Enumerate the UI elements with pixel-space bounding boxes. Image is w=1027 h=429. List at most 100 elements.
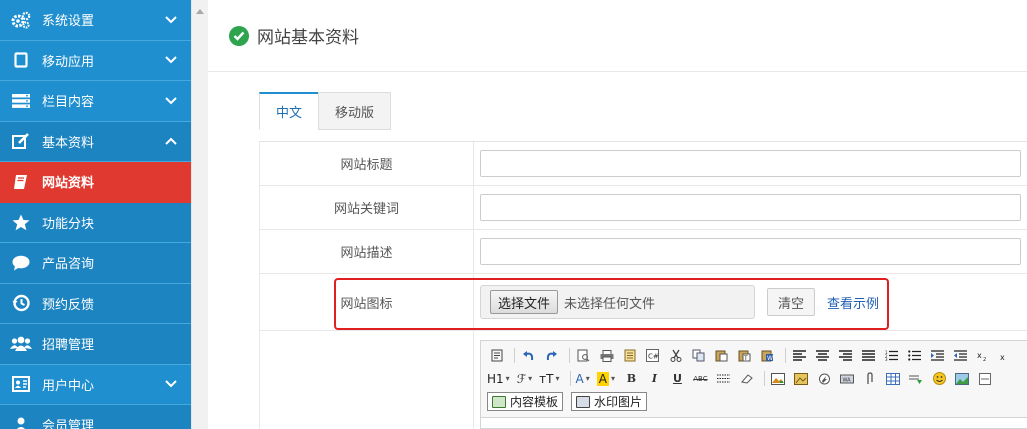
sidebar-item-basic-info[interactable]: 基本资料 [0, 121, 191, 162]
editor-toolbar-row-1: C# T W 123 x2 x [481, 344, 1027, 367]
source-icon[interactable] [487, 347, 506, 364]
editor-label-cell [259, 331, 474, 429]
sidebar-item-column-content[interactable]: 栏目内容 [0, 81, 191, 122]
sidebar-item-label: 系统设置 [42, 14, 95, 30]
choose-file-button[interactable]: 选择文件 [490, 290, 559, 314]
sidebar-item-recruitment[interactable]: 招聘管理 [0, 324, 191, 365]
preview-icon[interactable] [574, 347, 593, 364]
toolbar-separator [763, 371, 765, 386]
site-title-input[interactable] [480, 150, 1021, 177]
cut-icon[interactable] [666, 347, 685, 364]
language-tabs: 中文 移动版 [259, 92, 392, 130]
sidebar-item-member-management[interactable]: 会员管理 [0, 405, 191, 429]
font-family-dropdown[interactable]: ℱ ▾ [517, 372, 532, 386]
sidebar-item-label: 用户中心 [42, 378, 95, 394]
redo-icon[interactable] [542, 347, 561, 364]
insert-row-icon[interactable] [907, 370, 926, 387]
keywords-label: 网站关键词 [259, 186, 474, 229]
align-left-icon[interactable] [790, 347, 809, 364]
more-icon[interactable] [976, 370, 995, 387]
paste-text-icon[interactable]: T [735, 347, 754, 364]
chevron-down-icon: ▾ [555, 374, 560, 383]
toolbar-separator [570, 371, 572, 386]
subscript-icon[interactable]: x2 [974, 347, 993, 364]
scroll-up-arrow-icon[interactable] [196, 9, 204, 14]
chevron-up-icon [151, 137, 191, 145]
italic-icon[interactable]: I [645, 370, 664, 387]
keywords-input[interactable] [480, 194, 1021, 221]
file-picker[interactable]: 选择文件 未选择任何文件 [480, 285, 755, 319]
sidebar-item-label: 招聘管理 [42, 338, 95, 354]
highlight-color-dropdown[interactable]: A ▾ [596, 371, 615, 386]
ordered-list-icon[interactable]: 123 [882, 347, 901, 364]
print-icon[interactable] [597, 347, 616, 364]
eraser-icon[interactable] [737, 370, 756, 387]
sidebar-item-site-info[interactable]: 网站资料 [0, 162, 191, 203]
attachment-icon[interactable] [861, 370, 880, 387]
template-icon[interactable] [620, 347, 639, 364]
tab-mobile[interactable]: 移动版 [318, 92, 392, 130]
editor-content-area[interactable] [481, 417, 1027, 428]
sidebar-item-function-blocks[interactable]: 功能分块 [0, 202, 191, 243]
view-example-link[interactable]: 查看示例 [827, 293, 879, 312]
check-circle-icon [229, 25, 249, 46]
line-height-icon[interactable] [714, 370, 733, 387]
paste-word-icon[interactable]: W [758, 347, 777, 364]
table-icon[interactable] [884, 370, 903, 387]
list-icon [0, 93, 42, 109]
sidebar-item-user-center[interactable]: 用户中心 [0, 365, 191, 405]
font-size-dropdown[interactable]: тT ▾ [539, 372, 559, 386]
align-right-icon[interactable] [836, 347, 855, 364]
image-icon[interactable] [769, 370, 788, 387]
align-center-icon[interactable] [813, 347, 832, 364]
picture-icon[interactable] [953, 370, 972, 387]
edit-icon [0, 133, 42, 150]
clear-button[interactable]: 清空 [767, 288, 816, 316]
template-icon [492, 395, 506, 408]
sidebar-item-system-settings[interactable]: 系统设置 [0, 0, 191, 41]
emoticon-icon[interactable] [930, 370, 949, 387]
chevron-down-icon [151, 16, 191, 24]
multi-image-icon[interactable] [792, 370, 811, 387]
description-label: 网站描述 [259, 230, 474, 273]
page-header: 网站基本资料 [208, 0, 1027, 72]
heading-dropdown[interactable]: H1 ▾ [487, 372, 510, 386]
watermark-image-button[interactable]: 水印图片 [571, 392, 648, 411]
paste-icon[interactable] [712, 347, 731, 364]
svg-text:WA: WA [843, 377, 852, 383]
outdent-icon[interactable] [951, 347, 970, 364]
rich-text-editor: C# T W 123 x2 x H1 ▾ ℱ ▾ тT ▾ A ▾ A ▾ B I U A… [480, 340, 1027, 429]
editor-toolbar-row-3: 内容模板 水印图片 [481, 390, 1027, 413]
sidebar-scrollbar[interactable] [191, 0, 208, 429]
history-icon [0, 294, 42, 312]
flash-icon[interactable] [815, 370, 834, 387]
tab-chinese[interactable]: 中文 [259, 92, 320, 130]
unordered-list-icon[interactable] [905, 347, 924, 364]
chevron-down-icon: ▾ [585, 374, 590, 383]
sidebar-item-reservation-feedback[interactable]: 预约反馈 [0, 283, 191, 324]
svg-text:x: x [977, 351, 982, 360]
toolbar-separator [785, 348, 786, 363]
strikethrough-icon[interactable]: ABC [691, 370, 710, 387]
justify-icon[interactable] [859, 347, 878, 364]
description-input[interactable] [480, 238, 1021, 265]
superscript-icon[interactable]: x [997, 347, 1016, 364]
svg-text:x: x [1000, 353, 1005, 361]
bold-icon[interactable]: B [622, 370, 641, 387]
indent-icon[interactable] [928, 347, 947, 364]
chevron-down-icon [151, 56, 191, 64]
content-template-button[interactable]: 内容模板 [487, 392, 564, 411]
tablet-icon [0, 52, 42, 68]
sidebar-item-label: 基本资料 [42, 135, 95, 151]
chevron-down-icon: ▾ [610, 374, 615, 383]
media-icon[interactable]: WA [838, 370, 857, 387]
font-color-dropdown[interactable]: A ▾ [575, 372, 589, 386]
underline-icon[interactable]: U [668, 370, 687, 387]
font-family-dropdown-label: ℱ [516, 371, 527, 386]
code-icon[interactable]: C# [643, 347, 662, 364]
sidebar-item-product-inquiry[interactable]: 产品咨询 [0, 243, 191, 284]
sidebar-item-mobile-apps[interactable]: 移动应用 [0, 41, 191, 81]
sidebar: 系统设置 移动应用 栏目内容 基本资料 网站资料 功能分块 产品咨询 预约反馈 … [0, 0, 191, 429]
undo-icon[interactable] [519, 347, 538, 364]
copy-icon[interactable] [689, 347, 708, 364]
